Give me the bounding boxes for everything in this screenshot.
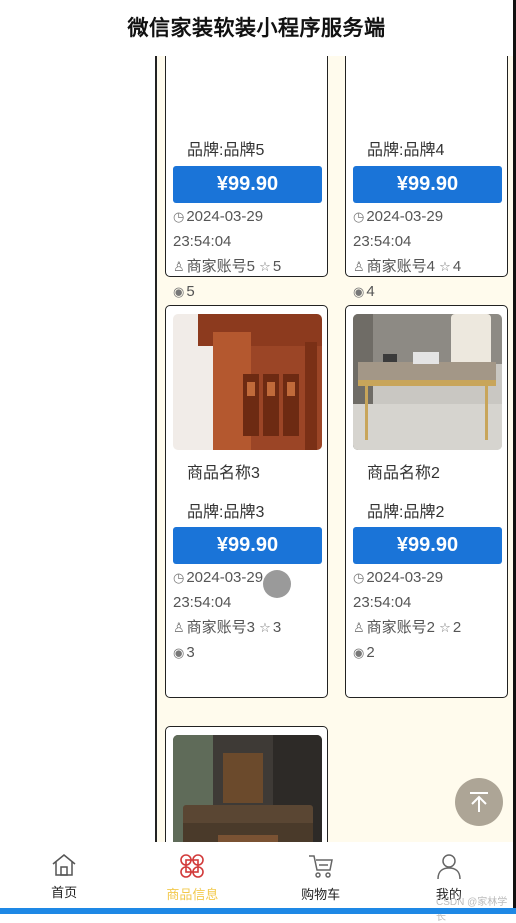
- clock-icon: ◷: [353, 209, 365, 224]
- eye-icon: ◉: [173, 645, 185, 660]
- product-name[interactable]: 商品名称2: [367, 459, 440, 483]
- user-icon: ♙: [353, 259, 365, 274]
- product-brand: 品牌:品牌4: [367, 142, 445, 159]
- page-title: 微信家装软装小程序服务端: [127, 16, 386, 40]
- product-image[interactable]: [173, 314, 322, 450]
- clock-icon: ◷: [353, 570, 365, 585]
- product-card[interactable]: [165, 726, 328, 842]
- star-icon: ☆: [259, 259, 271, 274]
- product-price[interactable]: ¥99.90: [353, 166, 502, 203]
- product-views: 4: [366, 283, 375, 300]
- person-icon: [437, 854, 461, 880]
- product-date: 2024-03-29: [366, 208, 444, 225]
- product-merchant: 商家账号5: [186, 258, 255, 275]
- product-merchant: 商家账号2: [366, 619, 435, 636]
- product-meta: ◷ 2024-03-29 23:54:04 ♙ 商家账号5 ☆ 5 ◉ 5: [173, 204, 328, 304]
- bottom-edge-bar: [0, 908, 516, 914]
- product-card[interactable]: 品牌:品牌4 ¥99.90 ◷ 2024-03-29 23:54:04 ♙ 商家账号…: [345, 56, 508, 300]
- product-price[interactable]: ¥99.90: [173, 166, 322, 203]
- product-brand: 品牌:品牌5: [187, 142, 265, 159]
- tab-home[interactable]: 首页: [0, 842, 128, 908]
- arrow-up-icon: [470, 792, 488, 812]
- product-image[interactable]: [353, 314, 502, 450]
- product-stars: 4: [452, 258, 462, 275]
- product-grid: 品牌:品牌5 ¥99.90 ◷ 2024-03-29 23:54:04 ♙ 商家账号…: [157, 56, 513, 842]
- tab-label: 首页: [51, 885, 78, 900]
- product-date: 2024-03-29: [186, 569, 264, 586]
- product-price[interactable]: ¥99.90: [353, 527, 502, 564]
- app-header: 微信家装软装小程序服务端: [0, 0, 513, 56]
- product-price[interactable]: ¥99.90: [173, 527, 322, 564]
- eye-icon: ◉: [173, 284, 185, 299]
- product-merchant: 商家账号4: [366, 258, 435, 275]
- clock-icon: ◷: [173, 209, 185, 224]
- product-views: 2: [366, 644, 375, 661]
- product-date: 2024-03-29: [366, 569, 444, 586]
- product-card[interactable]: 商品名称2 品牌:品牌2 ¥99.90 ◷ 2024-03-29 23:54:04…: [345, 305, 508, 698]
- cart-icon: [308, 855, 333, 878]
- product-merchant: 商家账号3: [186, 619, 255, 636]
- product-views: 5: [186, 283, 195, 300]
- command-icon: [180, 854, 205, 878]
- tab-cart[interactable]: 购物车: [257, 842, 385, 908]
- product-card[interactable]: 品牌:品牌5 ¥99.90 ◷ 2024-03-29 23:54:04 ♙ 商家账号…: [165, 56, 328, 300]
- left-panel: [0, 56, 155, 842]
- touch-indicator: [263, 570, 291, 598]
- product-time: 23:54:04: [353, 594, 412, 611]
- user-icon: ♙: [353, 620, 365, 635]
- product-card[interactable]: 商品名称3 品牌:品牌3 ¥99.90 ◷ 2024-03-29 23:54:04…: [165, 305, 328, 698]
- star-icon: ☆: [439, 259, 451, 274]
- product-image[interactable]: [173, 735, 322, 842]
- home-icon: [52, 854, 76, 876]
- back-to-top-button[interactable]: [455, 778, 503, 826]
- product-stars: 3: [272, 619, 282, 636]
- product-stars: 2: [452, 619, 462, 636]
- product-meta: ◷ 2024-03-29 23:54:04 ♙ 商家账号2 ☆ 2 ◉ 2: [353, 565, 508, 665]
- eye-icon: ◉: [353, 645, 365, 660]
- product-date: 2024-03-29: [186, 208, 264, 225]
- product-brand: 品牌:品牌3: [187, 504, 265, 521]
- clock-icon: ◷: [173, 570, 185, 585]
- product-brand: 品牌:品牌2: [367, 504, 445, 521]
- product-time: 23:54:04: [173, 233, 232, 250]
- user-icon: ♙: [173, 259, 185, 274]
- product-stars: 5: [272, 258, 282, 275]
- product-name[interactable]: 商品名称3: [187, 459, 260, 483]
- tab-products[interactable]: 商品信息: [128, 842, 256, 908]
- product-meta: ◷ 2024-03-29 23:54:04 ♙ 商家账号3 ☆ 3 ◉ 3: [173, 565, 328, 665]
- star-icon: ☆: [259, 620, 271, 635]
- user-icon: ♙: [173, 620, 185, 635]
- product-time: 23:54:04: [353, 233, 412, 250]
- product-time: 23:54:04: [173, 594, 232, 611]
- tab-label: 商品信息: [166, 887, 219, 902]
- eye-icon: ◉: [353, 284, 365, 299]
- tab-label: 购物车: [301, 887, 341, 902]
- star-icon: ☆: [439, 620, 451, 635]
- product-views: 3: [186, 644, 195, 661]
- product-meta: ◷ 2024-03-29 23:54:04 ♙ 商家账号4 ☆ 4 ◉ 4: [353, 204, 508, 304]
